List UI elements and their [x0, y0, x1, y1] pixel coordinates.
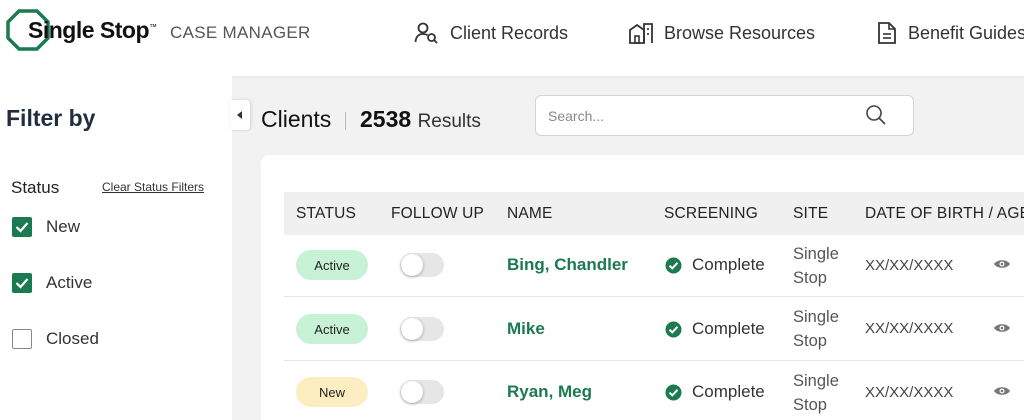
check-circle-icon	[665, 257, 682, 273]
date-of-birth: XX/XX/XXXX	[865, 384, 954, 401]
column-header-screening[interactable]: SCREENING	[664, 205, 758, 223]
nav-browse-resources-label: Browse Resources	[664, 22, 816, 43]
client-name-link[interactable]: Mike	[507, 319, 545, 339]
filter-new-checkbox[interactable]	[12, 217, 32, 237]
row-divider	[284, 360, 1024, 361]
nav-browse-resources[interactable]: Browse Resources	[628, 20, 815, 46]
filter-active[interactable]: Active	[12, 272, 92, 294]
screening-label: Complete	[692, 255, 765, 274]
status-badge: New	[296, 377, 368, 407]
client-name-link[interactable]: Bing, Chandler	[507, 255, 628, 275]
eye-icon[interactable]	[993, 258, 1011, 270]
follow-up-toggle[interactable]	[400, 253, 444, 277]
filter-sidebar: Filter by Status Clear Status Filters Ne…	[0, 76, 232, 420]
site-line-1: Single	[793, 308, 839, 326]
search-box[interactable]	[535, 95, 914, 136]
user-search-icon	[414, 22, 438, 44]
site-line-1: Single	[793, 372, 839, 390]
check-circle-icon	[665, 384, 682, 400]
collapse-sidebar-button[interactable]	[230, 100, 250, 130]
screening-status: Complete	[665, 255, 765, 275]
site-cell: Single Stop	[793, 369, 853, 417]
clear-status-filters-link[interactable]: Clear Status Filters	[102, 180, 204, 194]
column-header-status[interactable]: STATUS	[296, 205, 356, 223]
top-header: Single Stop™ CASE MANAGER Client Records…	[0, 0, 1024, 76]
eye-icon[interactable]	[993, 385, 1011, 397]
filter-new-label: New	[46, 217, 81, 236]
logo-trademark: ™	[149, 21, 157, 31]
filter-active-checkbox[interactable]	[12, 273, 32, 293]
screening-status: Complete	[665, 319, 765, 339]
checkmark-icon	[15, 278, 29, 289]
filter-new[interactable]: New	[12, 216, 80, 238]
column-header-site[interactable]: SITE	[793, 205, 828, 223]
column-header-name[interactable]: NAME	[507, 205, 553, 223]
row-divider	[284, 296, 1024, 297]
column-header-follow-up[interactable]: FOLLOW UP	[391, 205, 484, 223]
filter-title: Filter by	[6, 105, 96, 131]
filter-closed-checkbox[interactable]	[12, 329, 32, 349]
nav-client-records[interactable]: Client Records	[414, 20, 568, 46]
follow-up-toggle[interactable]	[400, 317, 444, 341]
search-icon[interactable]	[865, 104, 887, 126]
site-cell: Single Stop	[793, 242, 853, 290]
chevron-left-icon	[237, 111, 242, 119]
filter-active-label: Active	[46, 273, 93, 292]
title-divider	[345, 112, 346, 130]
filter-closed-label: Closed	[46, 329, 99, 348]
site-line-2: Stop	[793, 269, 827, 287]
document-icon	[878, 22, 896, 44]
date-of-birth: XX/XX/XXXX	[865, 257, 954, 274]
filter-closed[interactable]: Closed	[12, 328, 99, 350]
status-badge: Active	[296, 314, 368, 344]
nav-benefit-guides[interactable]: Benefit Guides	[876, 20, 1024, 46]
site-line-2: Stop	[793, 396, 827, 414]
eye-icon[interactable]	[993, 322, 1011, 334]
column-header-date-of-birth[interactable]: DATE OF BIRTH / AGE	[865, 205, 1024, 223]
result-count-number: 2538	[360, 106, 412, 132]
screening-label: Complete	[692, 382, 765, 401]
nav-client-records-label: Client Records	[450, 22, 569, 43]
nav-benefit-guides-label: Benefit Guides	[908, 22, 1024, 43]
screening-label: Complete	[692, 319, 765, 338]
site-line-1: Single	[793, 245, 839, 263]
page-title: Clients	[261, 106, 332, 132]
logo-text: Single Stop	[28, 16, 150, 43]
result-count: 2538 Results	[360, 106, 481, 133]
site-cell: Single Stop	[793, 305, 853, 353]
check-circle-icon	[665, 321, 682, 337]
screening-status: Complete	[665, 382, 765, 402]
status-filter-label: Status	[11, 178, 60, 197]
single-stop-logo[interactable]: Single Stop™	[6, 9, 158, 51]
building-icon	[629, 23, 653, 44]
follow-up-toggle[interactable]	[400, 380, 444, 404]
client-name-link[interactable]: Ryan, Meg	[507, 382, 592, 402]
date-of-birth: XX/XX/XXXX	[865, 320, 954, 337]
search-input[interactable]	[548, 106, 848, 126]
app-name: CASE MANAGER	[170, 23, 311, 42]
checkmark-icon	[15, 222, 29, 233]
status-badge: Active	[296, 250, 368, 280]
result-count-label: Results	[417, 111, 481, 132]
site-line-2: Stop	[793, 332, 827, 350]
